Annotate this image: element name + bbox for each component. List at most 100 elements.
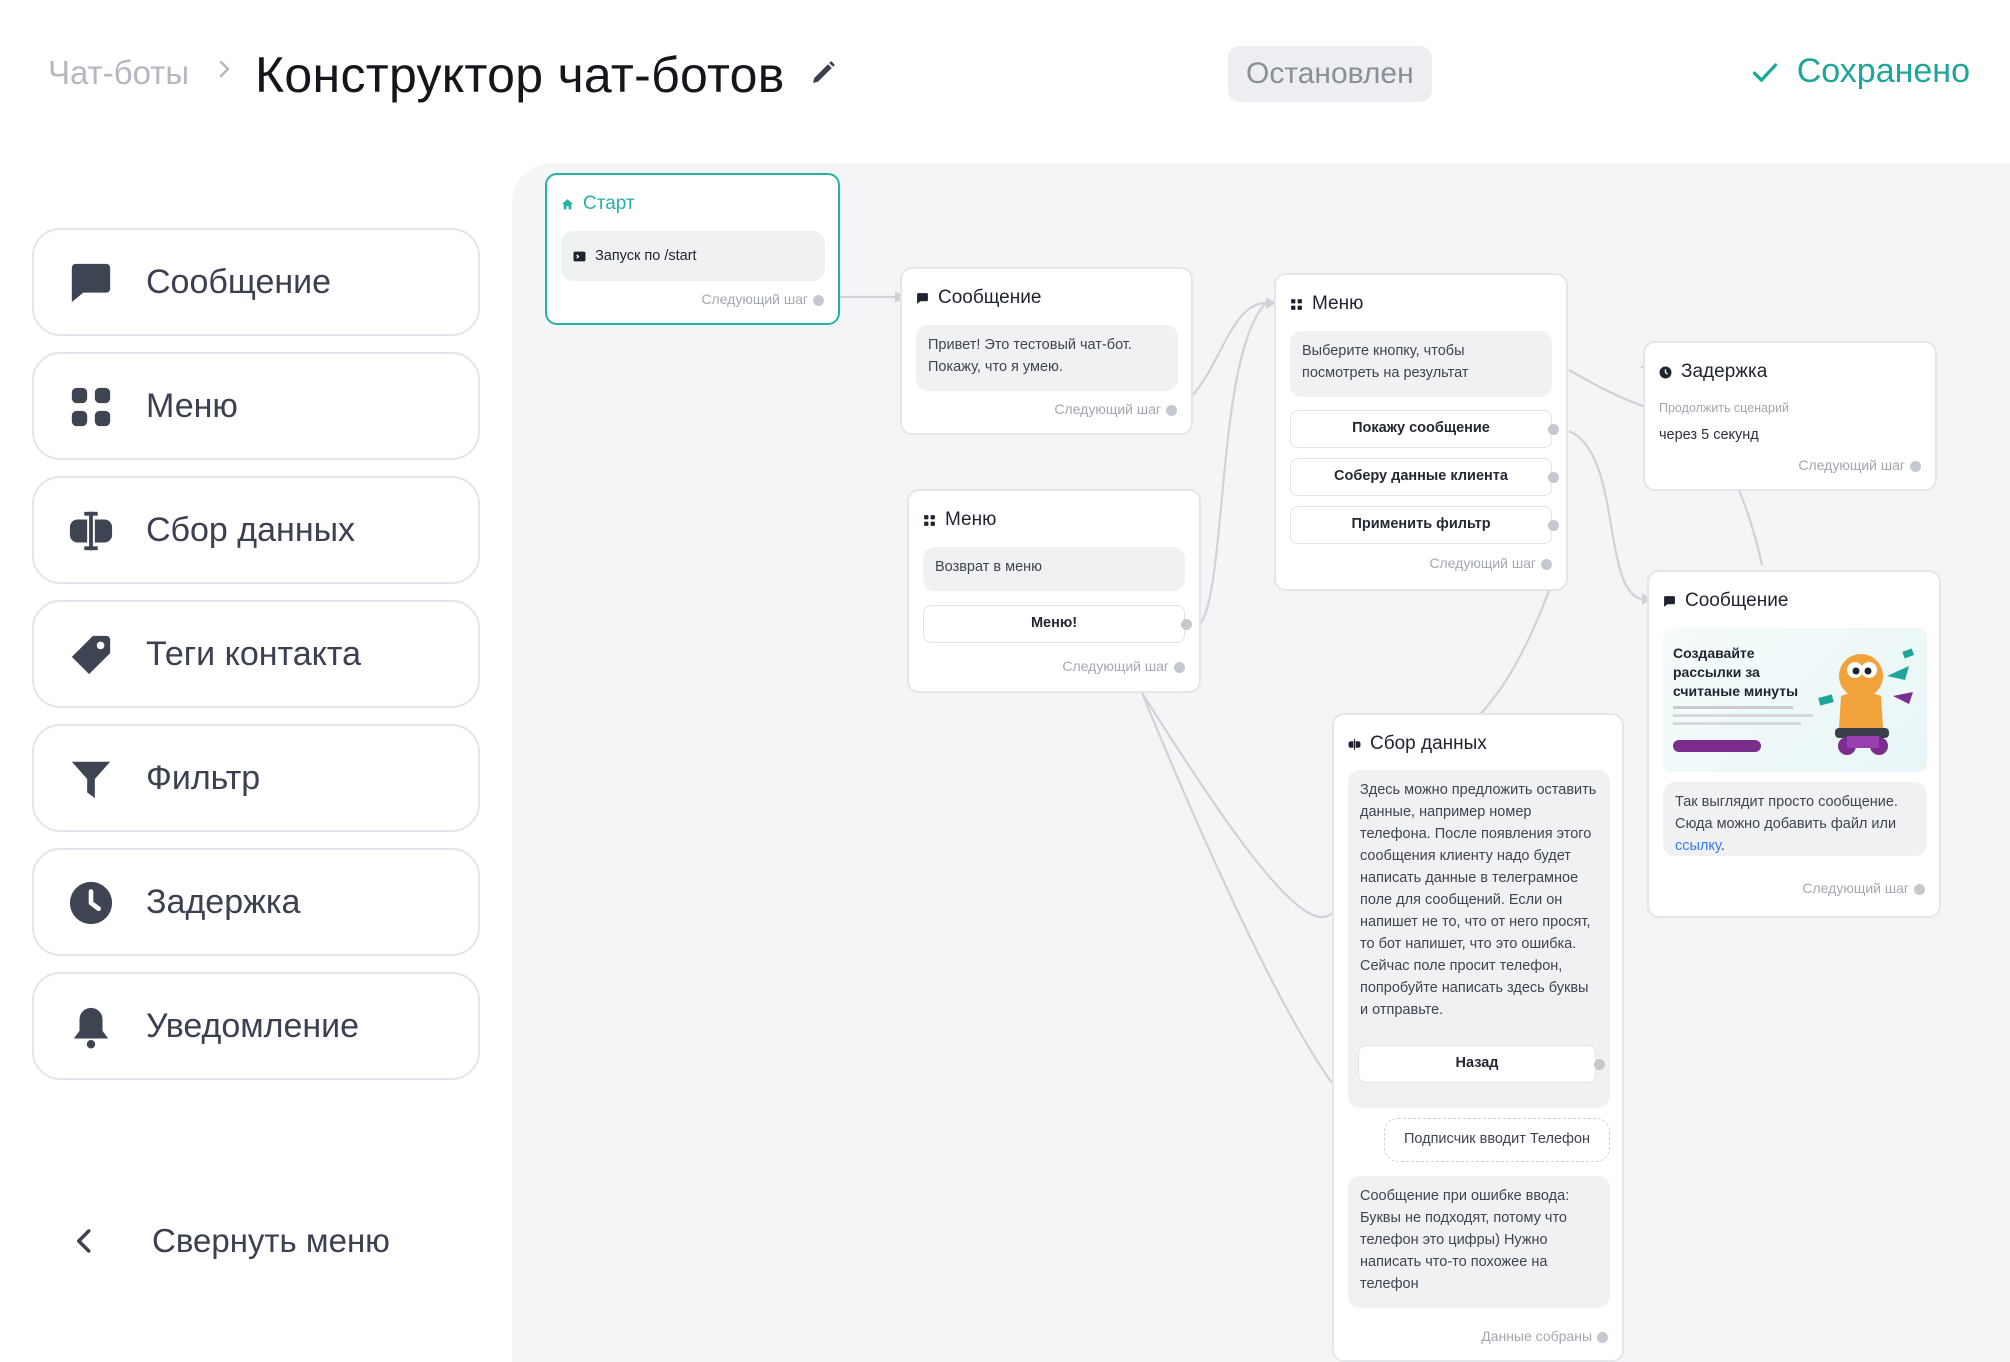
header: Чат-боты Конструктор чат-ботов Остановле… <box>0 0 2010 150</box>
message-icon <box>71 263 111 303</box>
node-title: Старт <box>583 193 635 214</box>
check-icon <box>1752 62 1777 82</box>
edge-menuback-collect-2 <box>1140 692 1333 1084</box>
saved-label: Сохранено <box>1796 52 1970 90</box>
promo-line <box>1673 714 1813 717</box>
delay-value: через 5 секунд <box>1659 427 1759 443</box>
node-delay[interactable]: Задержка Продолжить сценарий через 5 сек… <box>1643 341 1937 491</box>
output-handle[interactable] <box>813 295 824 306</box>
input-expectation: Подписчик вводит Телефон <box>1384 1118 1610 1162</box>
collapse-menu-button[interactable]: Свернуть меню <box>70 1222 390 1260</box>
sidebar-item-label: Сбор данных <box>146 510 356 549</box>
chevron-left-icon <box>77 1229 91 1253</box>
menu-button-menu[interactable]: Меню! <box>923 605 1185 643</box>
promo-button <box>1673 740 1761 752</box>
message-text: Так выглядит просто сообщение. Сюда можн… <box>1663 782 1927 856</box>
output-handle[interactable] <box>1548 520 1559 531</box>
flow-canvas[interactable]: Старт Запуск по /start Следующий шаг Соо… <box>512 163 2010 1362</box>
menu-text: Выберите кнопку, чтобы посмотреть на рез… <box>1290 331 1552 397</box>
save-status: Сохранено <box>1751 52 1970 91</box>
back-button[interactable]: Назад <box>1358 1045 1596 1083</box>
delay-caption: Продолжить сценарий <box>1659 401 1789 415</box>
promo-line <box>1673 706 1793 709</box>
menu-button-show-message[interactable]: Покажу сообщение <box>1290 410 1552 448</box>
sidebar-item-contact-tags[interactable]: Теги контакта <box>32 600 480 708</box>
trigger-chip[interactable]: Запуск по /start <box>561 231 825 281</box>
menu-button-collect-data[interactable]: Соберу данные клиента <box>1290 458 1552 496</box>
page-title: Конструктор чат-ботов <box>255 47 785 103</box>
message-link[interactable]: ссылку <box>1675 838 1721 854</box>
node-title: Сообщение <box>1685 590 1789 611</box>
output-handle[interactable] <box>1548 424 1559 435</box>
node-menu-main[interactable]: Меню Выберите кнопку, чтобы посмотреть н… <box>1274 273 1568 591</box>
message-icon <box>1664 595 1675 607</box>
sidebar-item-menu[interactable]: Меню <box>32 352 480 460</box>
node-menu-back[interactable]: Меню Возврат в меню Меню! Следующий шаг <box>907 489 1201 693</box>
promo-image: Создавайте рассылки за считаные минуты <box>1663 628 1927 772</box>
data-collected-label: Данные собраны <box>1481 1328 1592 1344</box>
output-handle[interactable] <box>1910 461 1921 472</box>
node-title: Меню <box>945 509 997 530</box>
sidebar-item-filter[interactable]: Фильтр <box>32 724 480 832</box>
bell-icon <box>73 1007 109 1049</box>
output-handle[interactable] <box>1597 1332 1608 1343</box>
filter-icon <box>71 761 111 799</box>
node-title: Сообщение <box>938 287 1042 308</box>
next-step-label: Следующий шаг <box>1429 555 1536 571</box>
menu-text: Возврат в меню <box>923 547 1185 591</box>
node-message-greeting[interactable]: Сообщение Привет! Это тестовый чат-бот. … <box>900 267 1193 435</box>
sidebar-item-message[interactable]: Сообщение <box>32 228 480 336</box>
node-header: Меню <box>1290 293 1363 315</box>
next-step-label: Следующий шаг <box>1054 401 1161 417</box>
output-handle[interactable] <box>1541 559 1552 570</box>
breadcrumb-parent[interactable]: Чат-боты <box>48 54 189 92</box>
node-message-promo[interactable]: Сообщение Создавайте рассылки за считаны… <box>1647 570 1941 918</box>
promo-line <box>1673 722 1801 725</box>
clock-icon <box>1659 366 1672 378</box>
sidebar-item-label: Фильтр <box>146 758 261 797</box>
pencil-icon[interactable] <box>808 58 838 88</box>
promo-title: Создавайте рассылки за считаные минуты <box>1673 645 1799 699</box>
menu-button-apply-filter[interactable]: Применить фильтр <box>1290 506 1552 544</box>
output-handle[interactable] <box>1166 405 1177 416</box>
node-title: Сбор данных <box>1370 733 1487 754</box>
edge-menu-message2 <box>1568 429 1643 601</box>
collect-text-body: Здесь можно предложить оставить данные, … <box>1360 782 1597 1018</box>
sidebar-item-label: Сообщение <box>146 262 332 301</box>
sidebar-item-label: Меню <box>146 386 238 425</box>
next-step-label: Следующий шаг <box>1062 658 1169 674</box>
sidebar-item-delay[interactable]: Задержка <box>32 848 480 956</box>
output-handle[interactable] <box>1914 884 1925 895</box>
error-text: Сообщение при ошибке ввода: Буквы не под… <box>1348 1176 1610 1308</box>
edge-message-menu <box>1190 301 1267 398</box>
next-step-label: Следующий шаг <box>701 291 808 307</box>
sidebar-item-label: Задержка <box>146 882 301 921</box>
menu-grid-icon <box>71 387 111 427</box>
trigger-text: Запуск по /start <box>595 248 697 264</box>
home-icon <box>562 198 573 209</box>
edge-menuback-menu <box>1200 302 1267 624</box>
chevron-right-icon <box>219 60 230 78</box>
edge-menu-collect <box>1471 587 1552 724</box>
node-header: Задержка <box>1659 361 1767 383</box>
node-collect-data[interactable]: Сбор данных Здесь можно предложить остав… <box>1332 713 1624 1362</box>
tag-icon <box>71 635 111 675</box>
node-start[interactable]: Старт Запуск по /start Следующий шаг <box>545 173 840 325</box>
output-handle[interactable] <box>1594 1059 1605 1070</box>
next-step-label: Следующий шаг <box>1798 457 1905 473</box>
output-handle[interactable] <box>1548 472 1559 483</box>
sidebar-item-notification[interactable]: Уведомление <box>32 972 480 1080</box>
output-handle[interactable] <box>1174 662 1185 673</box>
message-text: Привет! Это тестовый чат-бот. Покажу, чт… <box>916 325 1178 391</box>
next-step-label: Следующий шаг <box>1802 880 1909 896</box>
mascot-illustration <box>1818 648 1915 755</box>
message-icon <box>917 292 928 304</box>
status-badge[interactable]: Остановлен <box>1228 46 1432 102</box>
node-header: Сообщение <box>1663 590 1788 612</box>
sidebar-item-collect-data[interactable]: Сбор данных <box>32 476 480 584</box>
message-text-body: Так выглядит просто сообщение. Сюда можн… <box>1675 794 1898 832</box>
output-handle[interactable] <box>1181 619 1192 630</box>
edge-menuback-collect-1 <box>1141 692 1333 919</box>
message-text-end: . <box>1720 838 1725 854</box>
menu-grid-icon <box>924 514 935 526</box>
